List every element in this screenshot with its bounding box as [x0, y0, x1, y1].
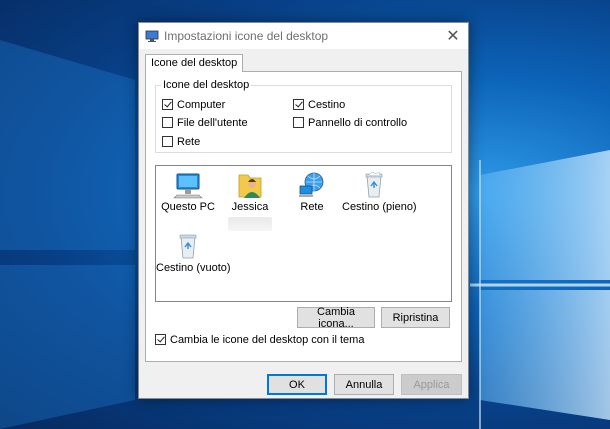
- icon-label: Cestino (pieno): [342, 201, 417, 213]
- checkbox-recycle-bin[interactable]: Cestino: [293, 98, 345, 111]
- desktop-icon-settings-dialog: Impostazioni icone del desktop ✕ Icone d…: [138, 22, 469, 399]
- close-button[interactable]: ✕: [438, 23, 468, 49]
- checkbox-computer-label: Computer: [177, 98, 226, 111]
- checkbox-recycle-bin-box[interactable]: [293, 99, 304, 110]
- checkbox-network-label: Rete: [177, 135, 201, 148]
- close-icon: ✕: [446, 28, 460, 45]
- tab-panel: Icone del desktop Computer Cestino File …: [145, 71, 462, 362]
- icon-item-recycle-bin-empty[interactable]: Cestino (vuoto): [156, 232, 231, 274]
- checkbox-theme-icons-box[interactable]: [155, 334, 166, 345]
- checkbox-control-panel[interactable]: Pannello di controllo: [293, 116, 407, 129]
- apply-button[interactable]: Applica: [401, 374, 462, 395]
- desktop-icon-list[interactable]: Questo PC Jessica Rete Cestino (pieno) C…: [155, 165, 452, 302]
- checkbox-control-panel-box[interactable]: [293, 117, 304, 128]
- checkbox-user-files[interactable]: File dell'utente: [162, 116, 248, 129]
- checkbox-computer-box[interactable]: [162, 99, 173, 110]
- window-title: Impostazioni icone del desktop: [164, 29, 329, 43]
- desktop-icons-groupbox: Icone del desktop Computer Cestino File …: [155, 79, 452, 153]
- icon-label: Cestino (vuoto): [156, 262, 231, 274]
- checkbox-theme-icons[interactable]: Cambia le icone del desktop con il tema: [155, 333, 364, 346]
- checkbox-theme-icons-label: Cambia le icone del desktop con il tema: [170, 333, 365, 346]
- ok-button[interactable]: OK: [267, 374, 327, 395]
- checkbox-network[interactable]: Rete: [162, 135, 200, 148]
- icon-item-recycle-bin-full[interactable]: Cestino (pieno): [342, 171, 417, 213]
- icon-item-user-files[interactable]: Jessica: [218, 171, 282, 231]
- cancel-button[interactable]: Annulla: [334, 374, 394, 395]
- recycle-bin-full-icon: [365, 171, 383, 198]
- checkbox-control-panel-label: Pannello di controllo: [308, 116, 408, 129]
- computer-icon: [173, 173, 203, 199]
- redacted-area: [228, 217, 272, 231]
- restore-button[interactable]: Ripristina: [381, 307, 450, 328]
- icon-label: Jessica: [231, 201, 269, 213]
- icon-item-this-pc[interactable]: Questo PC: [156, 171, 220, 213]
- checkbox-user-files-box[interactable]: [162, 117, 173, 128]
- checkbox-user-files-label: File dell'utente: [177, 116, 248, 129]
- change-icon-button[interactable]: Cambia icona...: [297, 306, 375, 330]
- desktop-settings-icon: [145, 30, 159, 42]
- user-folder-icon: [238, 174, 262, 198]
- icon-item-network[interactable]: Rete: [280, 171, 344, 213]
- recycle-bin-empty-icon: [179, 234, 197, 259]
- icon-label: Rete: [300, 201, 324, 213]
- title-bar[interactable]: Impostazioni icone del desktop ✕: [139, 23, 468, 49]
- tab-desktop-icons[interactable]: Icone del desktop: [145, 54, 244, 72]
- groupbox-title: Icone del desktop: [161, 79, 252, 91]
- network-icon: [299, 172, 324, 197]
- checkbox-recycle-bin-label: Cestino: [308, 98, 346, 111]
- checkbox-computer[interactable]: Computer: [162, 98, 225, 111]
- icon-label: Questo PC: [161, 201, 215, 213]
- checkbox-network-box[interactable]: [162, 136, 173, 147]
